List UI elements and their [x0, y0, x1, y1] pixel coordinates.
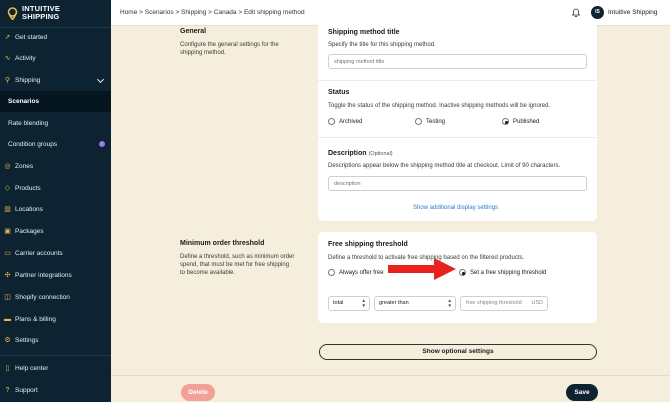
notification-badge: ! [99, 141, 105, 147]
sidebar-item-locations[interactable]: ▥ Locations [0, 199, 111, 220]
threshold-title: Minimum order threshold [180, 240, 265, 247]
annotation-arrow-icon [388, 258, 456, 280]
sidebar-item-shipping[interactable]: ⚲ Shipping [0, 70, 111, 91]
bell-icon[interactable] [571, 7, 581, 17]
brand-name: INTUITIVE SHIPPING [22, 4, 61, 21]
radio-set-threshold[interactable] [459, 269, 466, 276]
select-arrows-icon: ▲ ▼ [361, 298, 366, 308]
sidebar-item-scenarios[interactable]: Scenarios [0, 91, 111, 112]
sidebar-item-zones[interactable]: ◎ Zones [0, 156, 111, 177]
status-option-archived[interactable]: Archived [328, 118, 362, 125]
sidebar-item-carrier-accounts[interactable]: ▭ Carrier accounts [0, 243, 111, 264]
sidebar-item-products[interactable]: ◇ Products [0, 178, 111, 199]
threshold-description: Define a threshold, such as minimum orde… [180, 254, 295, 276]
sidebar-item-packages[interactable]: ▣ Packages [0, 221, 111, 242]
sidebar-item-condition-groups[interactable]: Condition groups ! [0, 134, 111, 155]
gear-icon: ⚙ [4, 337, 11, 344]
general-section-info: General Configure the general settings f… [180, 28, 295, 57]
account-name[interactable]: Intuitive Shipping [608, 9, 658, 16]
shipping-method-title-label: Shipping method title [328, 29, 400, 36]
option-always-offer-free[interactable]: Always offer free [328, 269, 384, 276]
building-icon: ▥ [4, 206, 11, 213]
radio-testing[interactable] [415, 118, 422, 125]
sidebar-item-support[interactable]: ? Support [0, 380, 111, 401]
description-label: Description (Optional) [328, 150, 393, 157]
general-description: Configure the general settings for the s… [180, 42, 279, 56]
save-button[interactable]: Save [566, 384, 598, 401]
brand-logo[interactable]: INTUITIVE SHIPPING [6, 5, 60, 21]
threshold-basis-select[interactable]: total ▲ ▼ [328, 296, 370, 311]
status-help: Toggle the status of the shipping method… [328, 103, 551, 109]
truck-icon: ▭ [4, 250, 11, 257]
status-option-published[interactable]: Published [502, 118, 539, 125]
sidebar-item-partner-integrations[interactable]: ✣ Partner integrations [0, 265, 111, 286]
threshold-section-info: Minimum order threshold Define a thresho… [180, 240, 295, 277]
rocket-icon: ➚ [4, 34, 11, 41]
main-content: General Configure the general settings f… [111, 20, 670, 402]
general-card: Shipping method title Specify the title … [318, 20, 597, 221]
globe-icon: ◎ [4, 163, 11, 170]
activity-icon: ∿ [4, 55, 11, 62]
package-icon: ▣ [4, 228, 11, 235]
radio-archived[interactable] [328, 118, 335, 125]
puzzle-icon: ✣ [4, 272, 11, 279]
radio-published[interactable] [502, 118, 509, 125]
threshold-operator-select[interactable]: greater than ▲ ▼ [374, 296, 456, 311]
description-help: Descriptions appear below the shipping m… [328, 163, 561, 169]
sidebar-item-get-started[interactable]: ➚ Get started [0, 27, 111, 48]
sidebar-item-shopify-connection[interactable]: ◫ Shopify connection [0, 287, 111, 308]
option-set-threshold[interactable]: Set a free shipping threshold [459, 269, 546, 276]
show-optional-settings-button[interactable]: Show optional settings [319, 344, 597, 360]
book-icon: ▯ [5, 365, 10, 372]
select-arrows-icon: ▲ ▼ [447, 298, 452, 308]
card-icon: ▬ [4, 316, 11, 323]
radio-always-free[interactable] [328, 269, 335, 276]
box-icon: ◇ [4, 185, 11, 192]
status-option-testing[interactable]: Testing [415, 118, 445, 125]
sidebar-item-activity[interactable]: ∿ Activity [0, 48, 111, 69]
general-title: General [180, 28, 207, 35]
sidebar-item-plans-billing[interactable]: ▬ Plans & billing [0, 309, 111, 330]
breadcrumb[interactable]: Home > Scenarios > Shipping > Canada > E… [120, 9, 305, 16]
sidebar: INTUITIVE SHIPPING ➚ Get started ∿ Activ… [0, 0, 111, 402]
shipping-method-title-help: Specify the title for this shipping meth… [328, 42, 436, 48]
location-pin-icon [7, 6, 18, 20]
sidebar-item-rate-blending[interactable]: Rate blending [0, 113, 111, 134]
currency-suffix: USD [531, 300, 543, 306]
truck-icon: ⚲ [4, 77, 11, 84]
help-icon: ? [5, 387, 10, 394]
description-input[interactable] [328, 176, 587, 191]
chevron-down-icon [96, 75, 105, 84]
avatar[interactable]: IS [591, 6, 604, 19]
page-footer: Delete Save [111, 375, 670, 402]
sidebar-item-settings[interactable]: ⚙ Settings [0, 330, 111, 351]
sidebar-item-help-center[interactable]: ▯ Help center [0, 358, 111, 379]
shipping-method-title-input[interactable] [328, 54, 587, 69]
bag-icon: ◫ [4, 294, 11, 301]
threshold-amount-input[interactable]: free shipping threshold USD [460, 296, 548, 311]
status-label: Status [328, 89, 350, 96]
free-shipping-threshold-label: Free shipping threshold [328, 241, 408, 248]
delete-button[interactable]: Delete [181, 384, 215, 401]
show-display-settings-link[interactable]: Show additional display settings [413, 205, 498, 211]
